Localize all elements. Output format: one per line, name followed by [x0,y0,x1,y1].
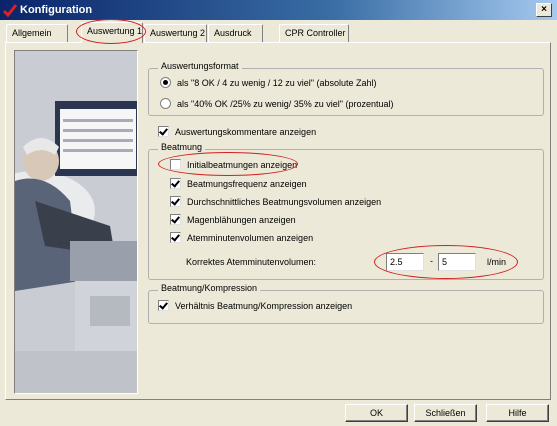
volume-separator: - [430,256,433,266]
checkbox-label: Beatmungsfrequenz anzeigen [187,178,307,189]
volume-label: Korrektes Atemminutenvolumen: [186,257,317,267]
checkbox-initialbeatmungen[interactable]: Initialbeatmungen anzeigen [170,158,297,171]
checkbox-label: Verhältnis Beatmung/Kompression anzeigen [175,300,353,311]
checkbox[interactable] [170,232,181,243]
monitor-illustration [15,51,137,393]
group-title-kompression: Beatmung/Kompression [158,283,261,294]
checkbox[interactable] [170,159,181,170]
checkbox[interactable] [158,300,169,311]
checkbox-label: Auswertungskommentare anzeigen [175,126,317,137]
checkbox-beatmungsfrequenz[interactable]: Beatmungsfrequenz anzeigen [170,177,307,190]
radio-button[interactable] [160,98,171,109]
help-button[interactable]: Hilfe [486,404,549,422]
radio-button[interactable] [160,77,171,88]
tab-auswertung-1[interactable]: Auswertung 1 [81,22,143,43]
tab-auswertung-2[interactable]: Auswertung 2 [144,24,207,42]
checkbox-verhaeltnis[interactable]: Verhältnis Beatmung/Kompression anzeigen [158,299,352,312]
window-title: Konfiguration [20,4,93,16]
radio-option-absolute[interactable]: als "8 OK / 4 zu wenig / 12 zu viel" (ab… [160,76,377,89]
group-title-beatmung: Beatmung [158,142,206,153]
checkbox[interactable] [170,214,181,225]
checkbox-beatmungsvolumen[interactable]: Durchschnittliches Beatmungsvolumen anze… [170,195,381,208]
checkbox-label: Magenblähungen anzeigen [187,214,296,225]
checkbox[interactable] [170,196,181,207]
checkbox-label: Durchschnittliches Beatmungsvolumen anze… [187,196,382,207]
checkbox-label: Atemminutenvolumen anzeigen [187,232,314,243]
volume-min-input[interactable]: 2.5 [386,253,424,271]
title-bar[interactable]: Konfiguration × [0,0,557,20]
volume-max-input[interactable]: 5 [438,253,476,271]
radio-option-prozentual[interactable]: als "40% OK /25% zu wenig/ 35% zu viel" … [160,97,394,110]
close-icon[interactable]: × [536,3,552,17]
checkbox-auswertungskommentare[interactable]: Auswertungskommentare anzeigen [158,125,316,138]
tab-ausdruck[interactable]: Ausdruck [208,24,263,42]
checkbox[interactable] [158,126,169,137]
red-check-icon [3,4,17,17]
tab-allgemein[interactable]: Allgemein [6,24,68,42]
close-button[interactable]: Schließen [414,404,477,422]
checkbox-atemminutenvolumen[interactable]: Atemminutenvolumen anzeigen [170,231,313,244]
illustration-image [14,50,138,394]
volume-unit: l/min [487,257,507,267]
ok-button[interactable]: OK [345,404,408,422]
checkbox[interactable] [170,178,181,189]
checkbox-label: Initialbeatmungen anzeigen [187,159,298,170]
tab-cpr-controller[interactable]: CPR Controller [279,24,349,42]
checkbox-magenblaehungen[interactable]: Magenblähungen anzeigen [170,213,296,226]
radio-label: als "40% OK /25% zu wenig/ 35% zu viel" … [177,98,394,109]
group-title-auswertungsformat: Auswertungsformat [158,61,242,72]
radio-label: als "8 OK / 4 zu wenig / 12 zu viel" (ab… [177,77,377,88]
